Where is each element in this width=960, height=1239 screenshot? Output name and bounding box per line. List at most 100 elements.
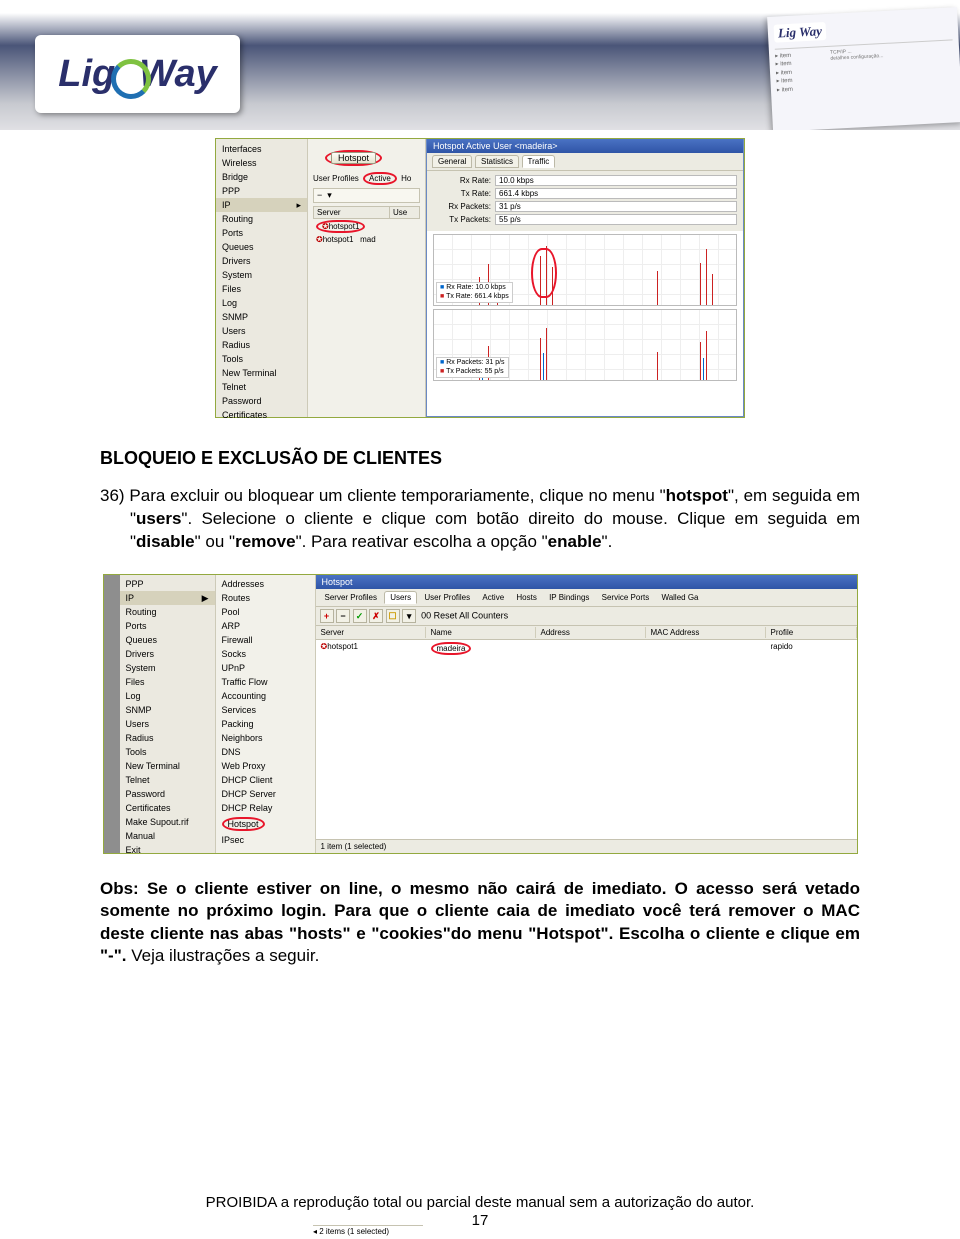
menu-item[interactable]: Tools	[216, 352, 307, 366]
menu-item[interactable]: System	[216, 268, 307, 282]
submenu-item[interactable]: Routes	[216, 591, 315, 605]
menu-item[interactable]: Certificates	[120, 801, 215, 815]
submenu-item[interactable]: Addresses	[216, 577, 315, 591]
tab-server-profiles[interactable]: Server Profiles	[320, 592, 382, 603]
menu-item[interactable]: PPP	[120, 577, 215, 591]
status-bar: 1 item (1 selected)	[316, 839, 857, 853]
tab-active[interactable]: Active	[477, 592, 509, 603]
tab-ip-bindings[interactable]: IP Bindings	[544, 592, 594, 603]
menu-item-ip[interactable]: IP ▸	[216, 198, 307, 212]
menu-item[interactable]: New Terminal	[216, 366, 307, 380]
submenu-item[interactable]: Socks	[216, 647, 315, 661]
tab-ho[interactable]: Ho	[401, 174, 411, 183]
comment-button[interactable]: ☐	[386, 609, 400, 623]
menu-item[interactable]: Log	[216, 296, 307, 310]
menu-item[interactable]: Password	[120, 787, 215, 801]
tab-statistics[interactable]: Statistics	[475, 155, 519, 168]
submenu-item[interactable]: DHCP Server	[216, 787, 315, 801]
menu-item[interactable]: Drivers	[216, 254, 307, 268]
menu-item[interactable]: Telnet	[216, 380, 307, 394]
enable-button[interactable]: ✓	[353, 609, 367, 623]
submenu-item[interactable]: IPsec	[216, 833, 315, 847]
figure-hotspot-traffic: Interfaces Wireless Bridge PPP IP ▸ Rout…	[215, 138, 745, 418]
menu-item[interactable]: Tools	[120, 745, 215, 759]
fig1-hotspot-pane: Hotspot User Profiles Active Ho − ▾ Serv…	[308, 139, 426, 417]
menu-item[interactable]: Password	[216, 394, 307, 408]
menu-item[interactable]: Users	[120, 717, 215, 731]
submenu-item[interactable]: Services	[216, 703, 315, 717]
menu-item[interactable]: Bridge	[216, 170, 307, 184]
page-number: 17	[0, 1212, 960, 1229]
menu-item[interactable]: Files	[216, 282, 307, 296]
menu-item[interactable]: Make Supout.rif	[120, 815, 215, 829]
menu-item-ip[interactable]: IP ▶	[120, 591, 215, 605]
submenu-item[interactable]: Packing	[216, 717, 315, 731]
col-use: Use	[389, 207, 419, 218]
remove-button[interactable]: −	[336, 609, 350, 623]
header-preview-card: Lig Way ▸ item▸ item▸ item▸ item▸ item T…	[767, 7, 960, 130]
menu-item[interactable]: Log	[120, 689, 215, 703]
submenu-item[interactable]: DNS	[216, 745, 315, 759]
tab-walled-garden[interactable]: Walled Ga	[656, 592, 703, 603]
submenu-item-hotspot[interactable]: Hotspot	[216, 815, 315, 833]
menu-item[interactable]: Users	[216, 324, 307, 338]
menu-item[interactable]: System	[120, 661, 215, 675]
submenu-item[interactable]: Traffic Flow	[216, 675, 315, 689]
submenu-item[interactable]: Accounting	[216, 689, 315, 703]
section-heading: BLOQUEIO E EXCLUSÃO DE CLIENTES	[100, 448, 860, 469]
submenu-item[interactable]: Pool	[216, 605, 315, 619]
tab-user-profiles[interactable]: User Profiles	[313, 174, 359, 183]
menu-item[interactable]: PPP	[216, 184, 307, 198]
menu-item[interactable]: Exit	[120, 843, 215, 857]
menu-item[interactable]: Ports	[120, 619, 215, 633]
toolbar: + − ✓ ✗ ☐ ▾ 00 Reset All Counters	[316, 607, 857, 626]
menu-item[interactable]: Telnet	[120, 773, 215, 787]
reset-counters-button[interactable]: 00 Reset All Counters	[421, 610, 508, 620]
tab-hosts[interactable]: Hosts	[511, 592, 541, 603]
menu-item[interactable]: Manual	[120, 829, 215, 843]
menu-item[interactable]: SNMP	[120, 703, 215, 717]
submenu-item[interactable]: DHCP Relay	[216, 801, 315, 815]
menu-item[interactable]: Routing	[120, 605, 215, 619]
winbox-sidebar: RouterOS WinBox	[104, 575, 120, 853]
menu-item[interactable]: Drivers	[120, 647, 215, 661]
submenu-item[interactable]: UPnP	[216, 661, 315, 675]
menu-item[interactable]: Interfaces	[216, 142, 307, 156]
submenu-item[interactable]: Neighbors	[216, 731, 315, 745]
submenu-item[interactable]: ARP	[216, 619, 315, 633]
menu-item[interactable]: Queues	[216, 240, 307, 254]
tab-service-ports[interactable]: Service Ports	[597, 592, 655, 603]
menu-item[interactable]: Wireless	[216, 156, 307, 170]
tab-user-profiles[interactable]: User Profiles	[419, 592, 475, 603]
col-server: Server	[314, 207, 389, 218]
menu-item[interactable]: Routing	[216, 212, 307, 226]
menu-item[interactable]: Radius	[216, 338, 307, 352]
tx-packets-value: 55 p/s	[495, 214, 737, 225]
disable-button[interactable]: ✗	[369, 609, 383, 623]
rate-chart: ■ Rx Rate: 10.0 kbps■ Tx Rate: 661.4 kbp…	[433, 234, 737, 306]
tab-general[interactable]: General	[432, 155, 472, 168]
row-name-oval-icon: madeira	[431, 642, 472, 655]
menu-item[interactable]: Radius	[120, 731, 215, 745]
menu-item[interactable]: SNMP	[216, 310, 307, 324]
table-row[interactable]: ✪hotspot1 madeira rapido	[316, 640, 857, 657]
logo-swoosh-icon	[109, 57, 143, 91]
menu-item[interactable]: Certificates	[216, 408, 307, 422]
menu-item[interactable]: Ports	[216, 226, 307, 240]
tab-users[interactable]: Users	[384, 591, 417, 604]
window-title: Hotspot Active User <madeira>	[427, 139, 743, 153]
menu-item[interactable]: Files	[120, 675, 215, 689]
tab-traffic[interactable]: Traffic	[522, 155, 556, 168]
tab-active[interactable]: Active	[369, 174, 391, 183]
filter-button[interactable]: ▾	[402, 609, 416, 623]
add-button[interactable]: +	[320, 609, 334, 623]
table-header: Server Name Address MAC Address Profile	[316, 626, 857, 640]
submenu-item[interactable]: DHCP Client	[216, 773, 315, 787]
menu-item[interactable]: Queues	[120, 633, 215, 647]
hotspot-oval-icon: Hotspot	[325, 150, 382, 166]
submenu-item[interactable]: Web Proxy	[216, 759, 315, 773]
logo-text-1: Lig	[58, 53, 115, 96]
submenu-item[interactable]: Firewall	[216, 633, 315, 647]
footer-text: PROIBIDA a reprodução total ou parcial d…	[0, 1194, 960, 1211]
menu-item[interactable]: New Terminal	[120, 759, 215, 773]
